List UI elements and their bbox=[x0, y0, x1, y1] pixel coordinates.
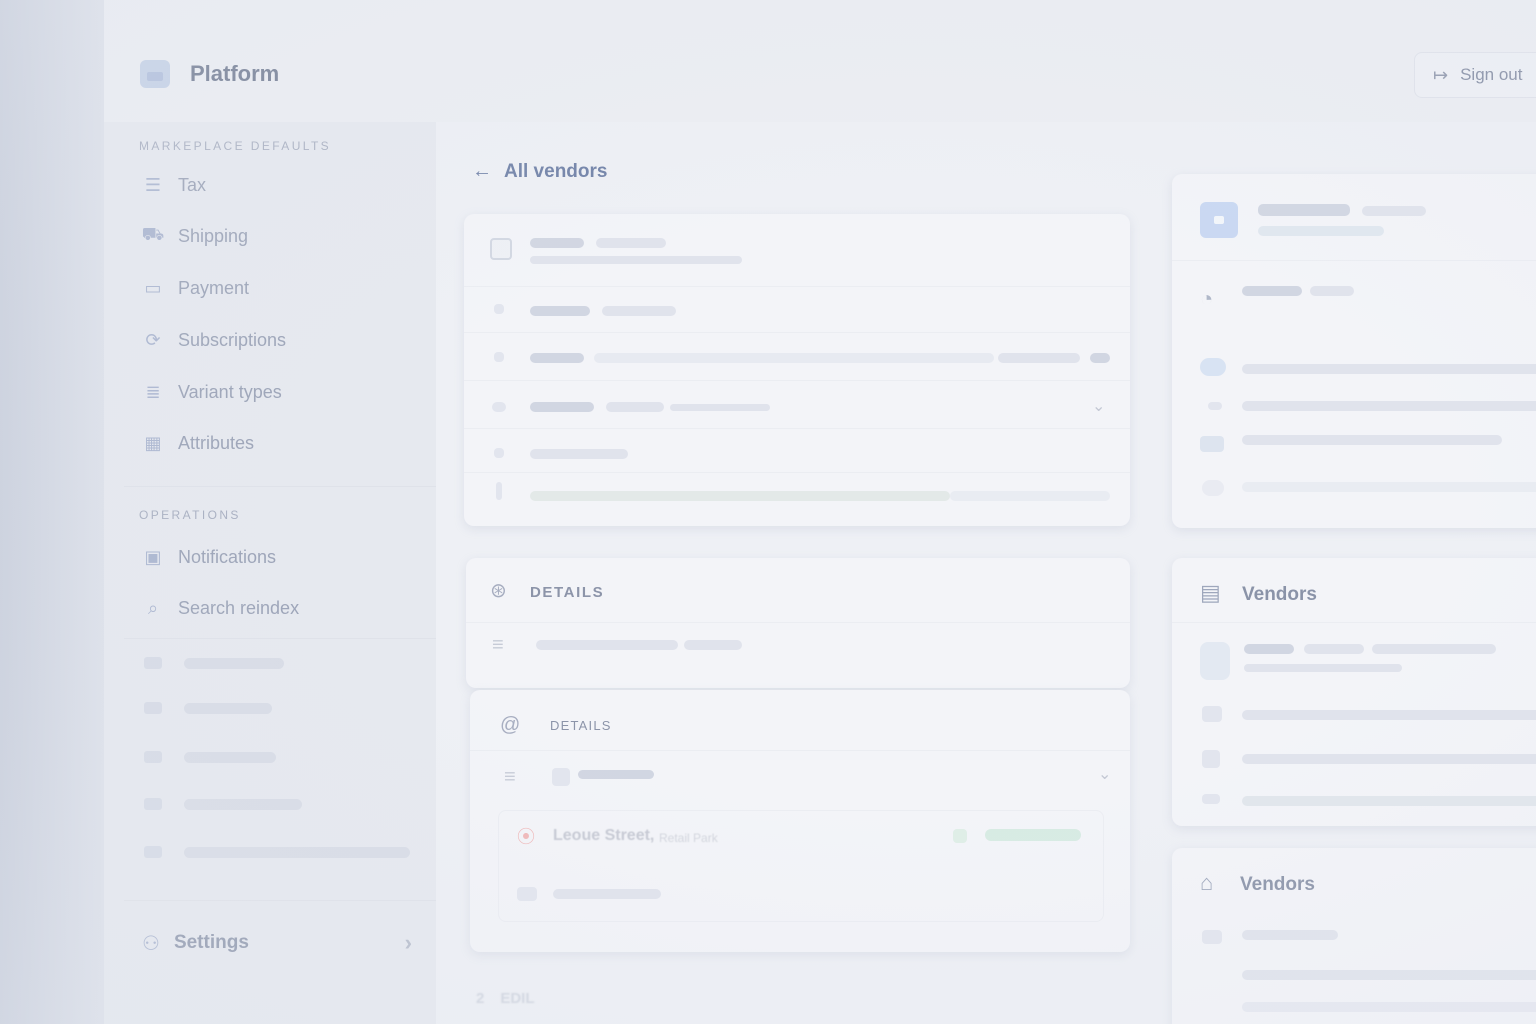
sidebar-item-shipping[interactable]: ⛟ Shipping bbox=[142, 221, 248, 251]
vendor-summary-card: ⌄ bbox=[464, 214, 1130, 526]
chevron-down-icon[interactable]: ⌄ bbox=[1098, 764, 1111, 784]
sidebar-divider bbox=[124, 900, 436, 901]
sidebar-item-label: Attributes bbox=[178, 432, 255, 453]
vendor-logo-icon bbox=[1200, 202, 1238, 238]
brand[interactable]: Platform bbox=[140, 60, 279, 88]
dashboard-gauge-icon: ◔ bbox=[1200, 286, 1214, 311]
details-location-card: @ DETAILS ≡ ⌄ ⦿ Leoue Street, Retail Par… bbox=[470, 690, 1130, 952]
settings-label: Settings bbox=[173, 932, 249, 953]
chevron-right-icon: › bbox=[404, 930, 412, 955]
sidebar-item-payment[interactable]: ▭ Payment bbox=[142, 273, 249, 303]
sidebar: MARKEPLACE DEFAULTS ☰ Tax ⛟ Shipping ▭ P… bbox=[104, 122, 436, 1024]
vendor-profile-card: ◔ bbox=[1172, 174, 1536, 528]
table-icon: ▤ bbox=[1200, 580, 1221, 605]
section-title-operations: OPERATIONS bbox=[139, 508, 241, 522]
sidebar-placeholder-row[interactable] bbox=[144, 751, 276, 763]
map-pin-icon: ⦿ bbox=[517, 827, 535, 847]
vendors-card-1: ▤ Vendors bbox=[1172, 558, 1536, 826]
location-street: Leoue Street, bbox=[553, 827, 655, 844]
vendors-title-1[interactable]: Vendors bbox=[1242, 584, 1317, 606]
sidebar-item-label: Notifications bbox=[178, 546, 277, 567]
section-title-marketplace: MARKEPLACE DEFAULTS bbox=[139, 139, 332, 153]
vendors-card-2: ⌂ Vendors bbox=[1172, 848, 1536, 1024]
sidebar-item-subscriptions[interactable]: ⟳ Subscriptions bbox=[142, 325, 286, 355]
repeat-icon: ⟳ bbox=[145, 329, 161, 350]
sidebar-placeholder-row[interactable] bbox=[144, 846, 410, 858]
sidebar-item-label: Tax bbox=[178, 174, 207, 195]
lines-icon: ≡ bbox=[504, 766, 516, 788]
brand-name: Platform bbox=[190, 61, 280, 86]
sign-out-button[interactable]: ↦ Sign out bbox=[1414, 52, 1536, 98]
mention-icon: @ bbox=[500, 714, 521, 736]
sidebar-placeholder-row[interactable] bbox=[144, 702, 272, 714]
grid-icon: ▦ bbox=[144, 432, 162, 453]
chevron-down-icon[interactable]: ⌄ bbox=[1092, 396, 1105, 416]
sidebar-item-label: Search reindex bbox=[178, 597, 300, 618]
details-badge-icon: ⊛ bbox=[490, 580, 507, 602]
location-box[interactable]: ⦿ Leoue Street, Retail Park bbox=[498, 810, 1104, 922]
sidebar-item-label: Payment bbox=[178, 277, 250, 298]
brand-logo-icon bbox=[140, 60, 170, 88]
sidebar-item-variant-types[interactable]: ≣ Variant types bbox=[142, 377, 282, 407]
details-label: DETAILS bbox=[530, 584, 605, 601]
sidebar-item-label: Variant types bbox=[178, 381, 282, 402]
back-link[interactable]: ← All vendors bbox=[472, 160, 607, 183]
details-card: ⊛ DETAILS ≡ bbox=[466, 558, 1130, 688]
sidebar-item-tax[interactable]: ☰ Tax bbox=[142, 170, 206, 200]
sidebar-settings[interactable]: ⚇ Settings › bbox=[142, 928, 412, 958]
main-content: ← All vendors ⌄ ⊛ DETAILS ≡ @ DETAILS ≡ … bbox=[436, 122, 1536, 1024]
truck-icon: ⛟ bbox=[141, 224, 165, 244]
sidebar-item-label: Shipping bbox=[178, 225, 249, 246]
vendor-avatar-icon bbox=[490, 238, 512, 260]
bell-box-icon: ▣ bbox=[144, 546, 162, 567]
left-shadow bbox=[0, 0, 104, 1024]
arrow-left-icon: ← bbox=[472, 160, 492, 182]
edit-label: EDIL bbox=[500, 990, 535, 1007]
back-label: All vendors bbox=[504, 160, 608, 182]
details-label-secondary: DETAILS bbox=[550, 718, 612, 733]
vendors-title-2[interactable]: Vendors bbox=[1240, 874, 1315, 896]
edit-row[interactable]: 2 EDIL bbox=[476, 990, 535, 1007]
location-sub: Retail Park bbox=[659, 831, 718, 845]
sidebar-divider bbox=[124, 486, 436, 487]
sidebar-item-notifications[interactable]: ▣ Notifications bbox=[142, 542, 276, 572]
sidebar-divider bbox=[124, 638, 436, 639]
search-icon: ⌕ bbox=[147, 597, 159, 618]
sidebar-item-search-reindex[interactable]: ⌕ Search reindex bbox=[142, 593, 299, 623]
list-icon: ≣ bbox=[145, 381, 161, 402]
sidebar-item-attributes[interactable]: ▦ Attributes bbox=[142, 428, 254, 458]
edit-icon: 2 bbox=[476, 990, 485, 1007]
lines-icon: ☰ bbox=[144, 174, 162, 195]
laptop-icon: ⌂ bbox=[1200, 870, 1214, 895]
settings-users-icon: ⚇ bbox=[142, 932, 160, 955]
sidebar-placeholder-row[interactable] bbox=[144, 657, 284, 669]
sidebar-item-label: Subscriptions bbox=[178, 329, 287, 350]
lines-icon: ≡ bbox=[492, 634, 504, 656]
top-bar: Platform ↦ Sign out bbox=[104, 0, 1536, 122]
sign-out-icon: ↦ bbox=[1433, 64, 1449, 85]
sign-out-label: Sign out bbox=[1460, 65, 1523, 84]
sidebar-placeholder-row[interactable] bbox=[144, 798, 302, 810]
wallet-icon: ▭ bbox=[144, 277, 162, 298]
